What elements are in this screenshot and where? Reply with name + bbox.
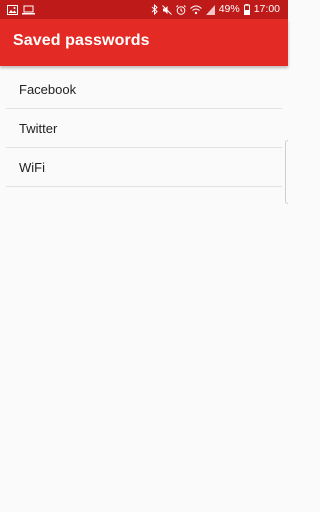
saved-passwords-list: Facebook Twitter WiFi xyxy=(6,70,282,187)
edge-panel-handle[interactable] xyxy=(285,140,288,204)
alarm-icon xyxy=(175,4,186,15)
list-item-label: Twitter xyxy=(19,121,58,136)
status-system-icons: 49% 17:00 xyxy=(151,0,280,19)
bluetooth-icon xyxy=(151,4,158,15)
image-notification-icon xyxy=(7,4,18,15)
laptop-notification-icon xyxy=(22,5,35,15)
wifi-icon xyxy=(189,5,202,15)
page-title: Saved passwords xyxy=(13,32,150,49)
list-item-label: WiFi xyxy=(19,160,45,175)
battery-percent: 49% xyxy=(218,3,240,15)
list-item-facebook[interactable]: Facebook xyxy=(6,70,282,109)
status-notifications xyxy=(7,4,35,15)
list-item-label: Facebook xyxy=(19,82,77,97)
app-bar: Saved passwords xyxy=(0,19,288,66)
clock: 17:00 xyxy=(253,3,280,15)
mute-icon xyxy=(161,4,172,15)
battery-icon xyxy=(243,4,250,15)
list-item-wifi[interactable]: WiFi xyxy=(6,148,282,187)
signal-icon xyxy=(205,4,215,15)
status-bar: 49% 17:00 xyxy=(0,0,288,19)
list-item-twitter[interactable]: Twitter xyxy=(6,109,282,148)
